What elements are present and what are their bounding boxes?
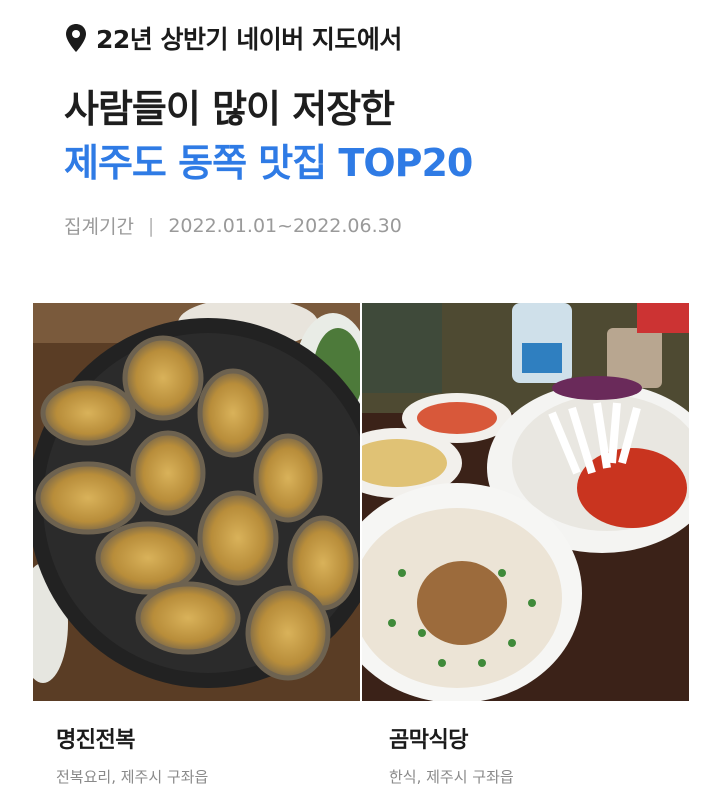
period-separator: | (147, 214, 155, 237)
place-card-1[interactable]: 명진전복 전복요리, 제주시 구좌읍 (56, 722, 208, 787)
place-category: 한식, 제주시 구좌읍 (389, 768, 514, 786)
place-name: 곰막식당 (389, 728, 468, 753)
map-pin-icon (66, 24, 86, 52)
page-title: 사람들이 많이 저장한 제주도 동쪽 맛집 TOP20 (64, 82, 473, 190)
period-value: 2022.01.01~2022.06.30 (168, 214, 402, 237)
restaurant-photos (33, 303, 689, 701)
abalone-dish-image (33, 303, 360, 701)
place-category: 전복요리, 제주시 구좌읍 (56, 768, 209, 786)
aggregation-period: 집계기간 | 2022.01.01~2022.06.30 (64, 212, 402, 239)
restaurant-photo-1[interactable] (33, 303, 360, 701)
restaurant-photo-2[interactable] (362, 303, 689, 701)
title-line-1: 사람들이 많이 저장한 (64, 87, 395, 131)
place-card-2[interactable]: 곰막식당 한식, 제주시 구좌읍 (389, 722, 514, 787)
title-line-2: 제주도 동쪽 맛집 TOP20 (64, 141, 473, 185)
place-name: 명진전복 (56, 728, 135, 753)
header-subtitle: 22년 상반기 네이버 지도에서 (96, 25, 402, 54)
header-subtitle-row: 22년 상반기 네이버 지도에서 (64, 20, 402, 56)
period-label: 집계기간 (64, 216, 134, 238)
noodle-dish-image (362, 303, 689, 701)
